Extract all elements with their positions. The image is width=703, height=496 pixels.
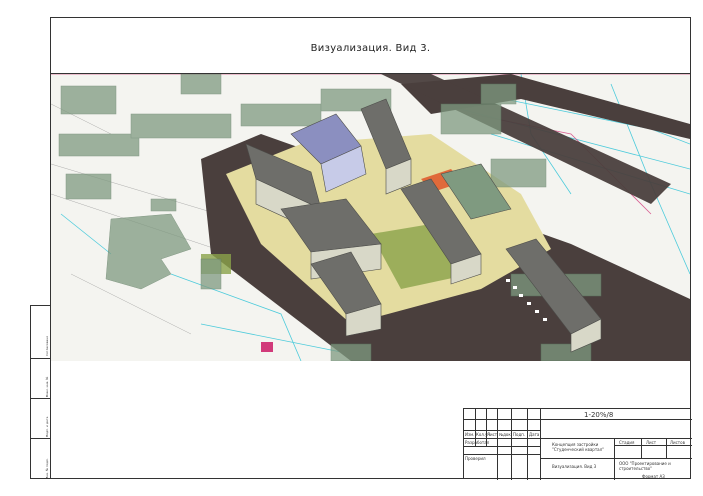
visualization-render [51, 74, 690, 361]
strip-label: Подп. и дата [45, 416, 49, 437]
stamp-role-docnum: №док [499, 432, 511, 437]
stamp-sheet-name: Визуализация. Вид 3 [552, 464, 597, 469]
strip-cell: Подп. и дата [31, 398, 50, 438]
stamp-developer-label: Разработал [465, 440, 490, 445]
stamp-role-sheet: Лист [487, 432, 498, 437]
stamp-col-sheets: Листов [670, 440, 685, 445]
strip-label: Взам. инв. № [45, 376, 49, 397]
strip-label: Согласовано [45, 335, 49, 356]
drawing-sheet: Визуализация. Вид 3. Согласовано Взам. и… [0, 0, 703, 496]
title-block-stamp: Изм. Кол.уч Лист №док Подп. Дата Разрабо… [463, 408, 692, 480]
aerial-render-image [51, 74, 690, 361]
stamp-project-name: Концепция застройки "Студенческий кварта… [552, 442, 605, 452]
approval-strip: Согласовано Взам. инв. № Подп. и дата Ин… [30, 305, 50, 479]
stamp-checker-label: Проверил [465, 456, 486, 461]
strip-cell: Инв. № подл. [31, 438, 50, 480]
sheet-title: Визуализация. Вид 3. [310, 43, 431, 54]
stamp-role-sign: Подп. [513, 432, 526, 437]
strip-cell: Согласовано [31, 306, 50, 358]
stamp-format: Формат А3 [642, 474, 665, 479]
stamp-col-stage: Стадия [619, 440, 635, 445]
stamp-role-change: Изм. [465, 432, 475, 437]
stamp-role-date: Дата [529, 432, 540, 437]
stamp-organization: ООО "Проектирование и строительство" [619, 461, 671, 471]
strip-cell: Взам. инв. № [31, 358, 50, 398]
strip-label: Инв. № подл. [45, 458, 49, 479]
stamp-col-sheet: Лист [646, 440, 657, 445]
title-band: Визуализация. Вид 3. [50, 17, 691, 74]
stamp-code: 1-20%/8 [584, 411, 614, 419]
